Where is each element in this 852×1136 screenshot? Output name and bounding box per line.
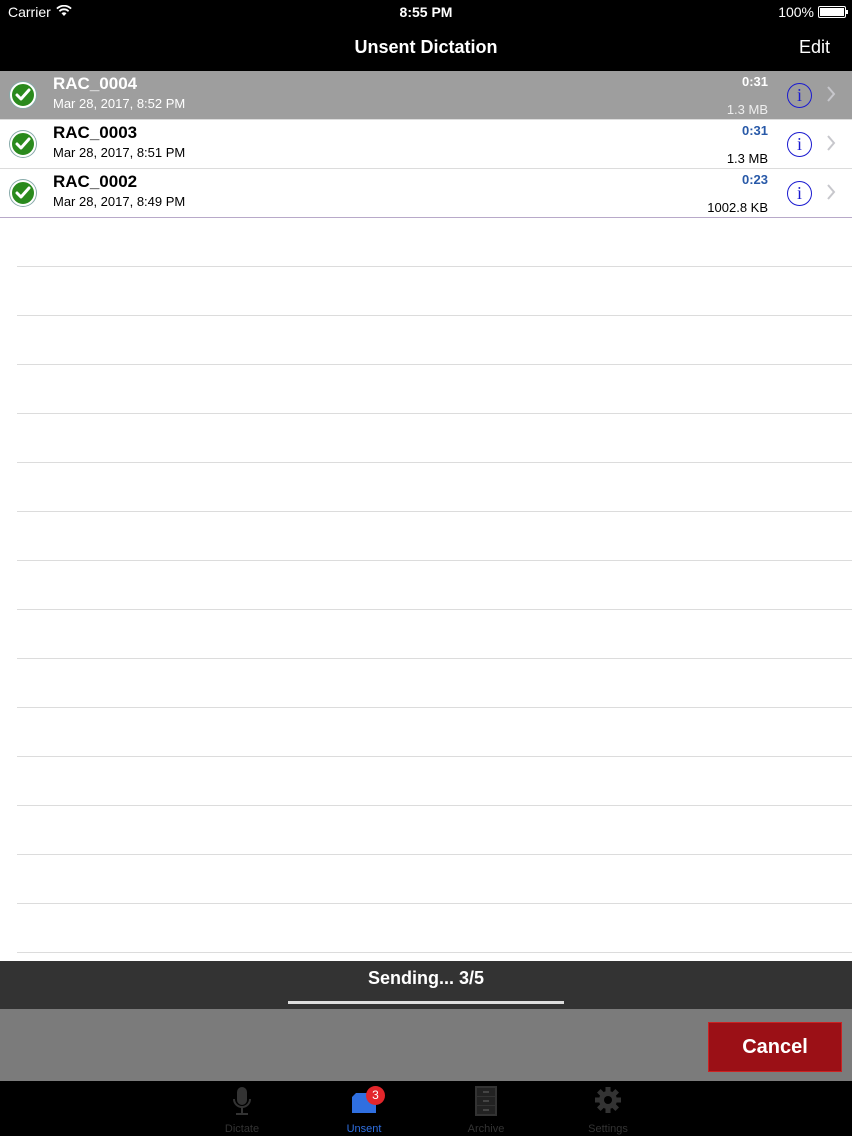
sending-progress-fill [288, 1001, 564, 1004]
empty-row [17, 708, 852, 757]
archive-icon [472, 1085, 500, 1117]
empty-row [17, 316, 852, 365]
dictation-date: Mar 28, 2017, 8:51 PM [53, 145, 186, 160]
empty-row [17, 561, 852, 610]
sending-status-text: Sending... 3/5 [367, 968, 485, 988]
dictation-list: RAC_0004 Mar 28, 2017, 8:52 PM 0:31 1.3 … [0, 71, 852, 961]
cancel-button[interactable]: Cancel [708, 1022, 842, 1072]
tab-label: Unsent [346, 1123, 382, 1135]
dictation-duration: 0:31 [741, 74, 768, 89]
dictation-size: 1002.8 KB [707, 200, 768, 215]
checkmark-icon [10, 82, 36, 108]
dictation-size: 1.3 MB [726, 151, 768, 166]
dictation-row[interactable]: RAC_0004 Mar 28, 2017, 8:52 PM 0:31 1.3 … [0, 71, 852, 120]
tab-label: Dictate [224, 1123, 260, 1135]
empty-row [17, 806, 852, 855]
empty-row [17, 610, 852, 659]
info-icon[interactable]: i [787, 132, 812, 157]
empty-row [17, 267, 852, 316]
empty-row [17, 365, 852, 414]
tab-bar: Dictate 3 Unsent Archive Settings [0, 1081, 852, 1136]
empty-row [17, 904, 852, 953]
empty-row [17, 512, 852, 561]
dictation-duration: 0:31 [741, 123, 768, 138]
tab-label: Settings [588, 1123, 628, 1135]
empty-row [17, 659, 852, 708]
sending-status-bar: Sending... 3/5 [0, 961, 852, 1009]
tab-unsent[interactable]: 3 Unsent [324, 1085, 404, 1135]
tab-settings[interactable]: Settings [568, 1085, 648, 1135]
checkmark-icon [10, 131, 36, 157]
checkmark-icon [10, 180, 36, 206]
battery-percentage: 100% [778, 4, 814, 20]
dictation-name: RAC_0003 [53, 123, 138, 142]
tab-archive[interactable]: Archive [446, 1085, 526, 1135]
dictation-name: RAC_0004 [53, 74, 138, 93]
status-bar: Carrier 8:55 PM 100% [0, 0, 852, 24]
navigation-bar: Unsent Dictation Edit [0, 24, 852, 71]
tab-label: Archive [467, 1123, 505, 1135]
chevron-right-icon [827, 86, 836, 107]
microphone-icon [228, 1085, 256, 1117]
empty-row [17, 855, 852, 904]
dictation-row[interactable]: RAC_0003 Mar 28, 2017, 8:51 PM 0:31 1.3 … [0, 120, 852, 169]
battery-icon [818, 6, 848, 18]
info-icon[interactable]: i [787, 181, 812, 206]
dictation-date: Mar 28, 2017, 8:52 PM [53, 96, 186, 111]
edit-button[interactable]: Edit [799, 37, 830, 58]
action-area: Cancel [0, 1009, 852, 1081]
clock: 8:55 PM [399, 4, 453, 20]
dictation-date: Mar 28, 2017, 8:49 PM [53, 194, 186, 209]
empty-row [17, 463, 852, 512]
empty-row [17, 414, 852, 463]
page-title: Unsent Dictation [354, 37, 498, 57]
dictation-size: 1.3 MB [726, 102, 768, 117]
dictation-name: RAC_0002 [53, 172, 138, 191]
chevron-right-icon [827, 135, 836, 156]
chevron-right-icon [827, 184, 836, 205]
sending-progress-bar [288, 1001, 564, 1004]
unsent-count-badge: 3 [366, 1086, 385, 1105]
empty-row [17, 757, 852, 806]
gear-icon [594, 1085, 622, 1117]
tab-dictate[interactable]: Dictate [202, 1085, 282, 1135]
dictation-duration: 0:23 [741, 172, 768, 187]
dictation-row[interactable]: RAC_0002 Mar 28, 2017, 8:49 PM 0:23 1002… [0, 169, 852, 218]
info-icon[interactable]: i [787, 83, 812, 108]
empty-row [17, 218, 852, 267]
